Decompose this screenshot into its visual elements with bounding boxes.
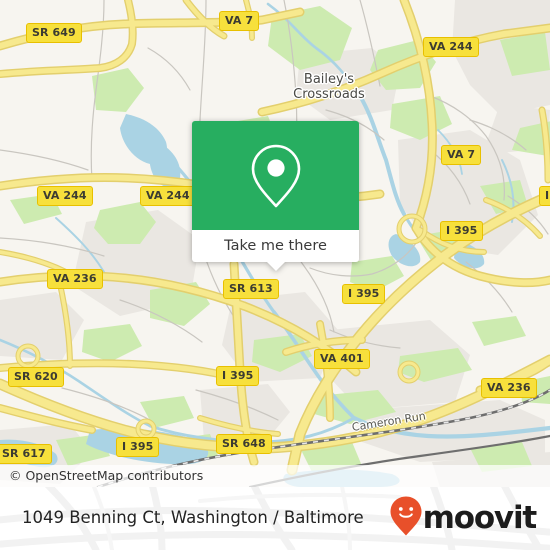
page-title: 1049 Benning Ct, Washington / Baltimore [22,508,364,528]
map-canvas[interactable]: Bailey's Crossroads Cameron Run SR 649 V… [0,0,550,487]
footer-bar: 1049 Benning Ct, Washington / Baltimore … [0,487,550,550]
callout-tail [265,261,286,271]
map-screenshot: Bailey's Crossroads Cameron Run SR 649 V… [0,0,550,550]
take-me-there-button[interactable]: Take me there [192,230,359,262]
take-me-there-label: Take me there [224,237,327,254]
road-shield-va-236-east: VA 236 [481,378,537,398]
location-callout-card[interactable]: Take me there [192,121,359,271]
osm-attribution-text[interactable]: © OpenStreetMap contributors [0,469,203,483]
road-shield-va-236-west: VA 236 [47,269,103,289]
place-label-baileys-crossroads: Bailey's Crossroads [293,72,365,102]
road-shield-i-395-east: I 395 [440,221,484,241]
road-shield-va-401: VA 401 [314,349,370,369]
map-pin-icon [248,143,304,209]
road-shield-partial-right-edge: I [539,186,550,206]
road-shield-va-7-east: VA 7 [441,145,482,165]
road-shield-i-395-southwest: I 395 [216,366,260,386]
road-shield-sr-617: SR 617 [0,444,52,464]
moovit-brand[interactable]: moovit [389,495,538,542]
road-shield-i-395-south: I 395 [116,437,160,457]
road-shield-i-395-mid: I 395 [342,284,386,304]
moovit-smiley-pin-icon [389,495,423,542]
road-shield-va-244-mid: VA 244 [140,186,196,206]
road-shield-va-244-north: VA 244 [423,37,479,57]
road-shield-sr-613: SR 613 [223,279,279,299]
moovit-wordmark: moovit [422,500,538,536]
callout-pin-area[interactable] [192,121,359,230]
road-shield-va-7-north: VA 7 [219,11,260,31]
map-attribution-bar: © OpenStreetMap contributors [0,465,550,487]
road-shield-sr-649: SR 649 [26,23,82,43]
road-shield-va-244-west: VA 244 [37,186,93,206]
road-shield-sr-620: SR 620 [8,367,64,387]
road-shield-sr-648: SR 648 [216,434,272,454]
